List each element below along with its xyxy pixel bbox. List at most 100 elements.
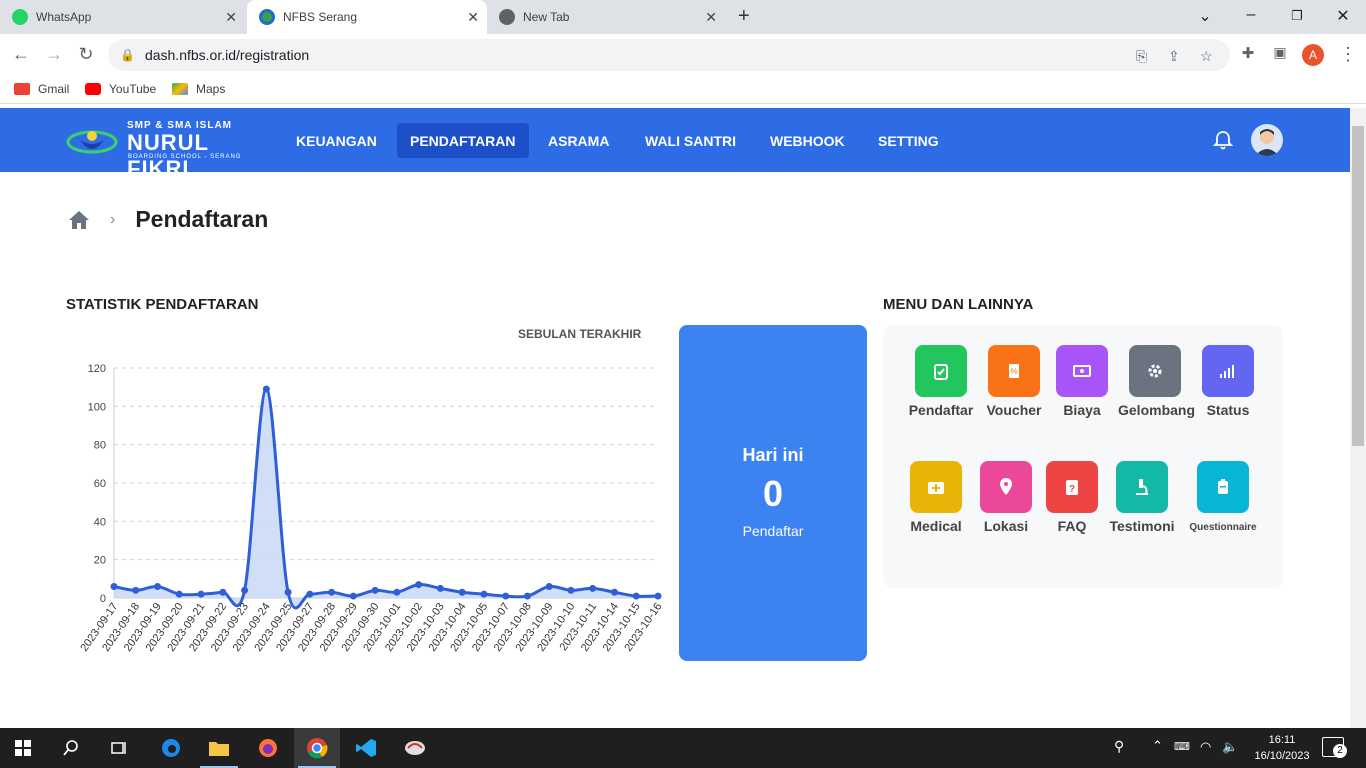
nav-setting[interactable]: SETTING	[865, 123, 952, 158]
tab-search-icon[interactable]: ⌄	[1195, 6, 1215, 26]
clock[interactable]: 16:11 16/10/2023	[1252, 732, 1312, 764]
data-point	[502, 592, 510, 600]
nav-asrama[interactable]: ASRAMA	[535, 123, 622, 158]
menu-testimoni[interactable]: Testimoni	[1105, 461, 1179, 534]
file-explorer-icon[interactable]	[196, 728, 242, 768]
menu-label: Biaya	[1063, 402, 1101, 418]
volume-icon[interactable]: 🔈	[1222, 739, 1238, 755]
windows-taskbar: ⚲ ⌃ ⌨ ◠ 🔈 16:11 16/10/2023 2	[0, 728, 1366, 768]
clock-time: 16:11	[1268, 734, 1296, 746]
data-point	[175, 590, 183, 598]
menu-kebab-icon[interactable]: ⋮	[1336, 44, 1360, 65]
windows-start-icon[interactable]	[0, 728, 46, 768]
search-icon[interactable]	[48, 728, 94, 768]
new-tab-button[interactable]: +	[738, 5, 750, 28]
clipboard-check-icon	[915, 345, 967, 397]
money-icon	[1056, 345, 1108, 397]
bookmark-gmail[interactable]: Gmail	[14, 82, 69, 96]
menu-medical[interactable]: Medical	[899, 461, 973, 534]
app-icon[interactable]	[392, 728, 438, 768]
data-point	[545, 583, 553, 590]
user-avatar[interactable]	[1251, 124, 1283, 156]
profile-avatar[interactable]: A	[1302, 44, 1324, 66]
top-navigation: SMP & SMA ISLAM NURUL FIKRI BOARDING SCH…	[0, 108, 1350, 181]
medical-kit-icon	[910, 461, 962, 513]
breadcrumb: › Pendaftaran	[68, 206, 268, 233]
restore-icon[interactable]: ❐	[1287, 8, 1307, 24]
menu-voucher[interactable]: % Voucher	[977, 345, 1051, 418]
wifi-icon[interactable]: ◠	[1200, 739, 1211, 755]
map-pin-icon	[980, 461, 1032, 513]
maps-icon	[172, 83, 188, 95]
y-tick-label: 40	[94, 516, 106, 528]
globe-icon	[499, 9, 515, 25]
firefox-icon[interactable]	[245, 728, 291, 768]
bookmark-youtube[interactable]: YouTube	[85, 82, 156, 96]
menu-status[interactable]: Status	[1191, 345, 1265, 418]
data-point	[371, 586, 379, 594]
extensions-icon[interactable]: ✚	[1236, 44, 1260, 62]
close-tab-icon[interactable]: ✕	[225, 9, 237, 26]
tab-whatsapp[interactable]: WhatsApp ✕	[0, 0, 245, 34]
notification-icon[interactable]: 2	[1322, 737, 1347, 758]
side-panel-icon[interactable]: ▣	[1268, 44, 1292, 61]
nav-keuangan[interactable]: KEUANGAN	[283, 123, 390, 158]
nav-wali-santri[interactable]: WALI SANTRI	[632, 123, 749, 158]
menu-label: Voucher	[986, 402, 1042, 418]
tab-nfbs[interactable]: NFBS Serang ✕	[247, 0, 487, 34]
data-point	[589, 584, 597, 592]
y-tick-label: 20	[94, 555, 106, 567]
task-view-icon[interactable]	[96, 728, 142, 768]
question-icon: ?	[1046, 461, 1098, 513]
menu-pendaftar[interactable]: Pendaftar	[904, 345, 978, 418]
menu-gelombang[interactable]: Gelombang	[1118, 345, 1195, 418]
menu-lokasi[interactable]: Lokasi	[969, 461, 1043, 534]
close-tab-icon[interactable]: ✕	[467, 9, 479, 26]
y-tick-label: 80	[94, 440, 106, 452]
nav-pendaftaran[interactable]: PENDAFTARAN	[397, 123, 529, 158]
address-bar-row: ← → ↻ 🔒 dash.nfbs.or.id/registration ⎘ ⇪…	[0, 34, 1366, 76]
school-logo[interactable]: SMP & SMA ISLAM NURUL FIKRI BOARDING SCH…	[66, 118, 246, 181]
menu-label: FAQ	[1057, 518, 1087, 534]
bookmark-star-icon[interactable]: ☆	[1200, 48, 1213, 65]
chevron-up-icon[interactable]: ⌃	[1152, 738, 1163, 754]
today-unit: Pendaftar	[742, 523, 804, 539]
edge-icon[interactable]	[148, 728, 194, 768]
y-tick-label: 100	[88, 401, 106, 413]
nav-webhook[interactable]: WEBHOOK	[757, 123, 858, 158]
page-scrollbar[interactable]	[1350, 108, 1366, 728]
translate-icon[interactable]: ⎘	[1136, 48, 1147, 65]
keyboard-icon[interactable]: ⌨	[1174, 740, 1190, 753]
share-icon[interactable]: ⇪	[1168, 48, 1180, 65]
people-icon[interactable]: ⚲	[1114, 738, 1124, 755]
chevron-right-icon: ›	[110, 210, 116, 228]
tab-new[interactable]: New Tab ✕	[487, 0, 725, 34]
page-content: SMP & SMA ISLAM NURUL FIKRI BOARDING SCH…	[0, 108, 1350, 728]
home-icon[interactable]	[68, 210, 90, 230]
bell-icon[interactable]	[1212, 129, 1234, 151]
scrollbar-thumb[interactable]	[1352, 126, 1364, 446]
bookmark-maps[interactable]: Maps	[172, 82, 225, 96]
url-input[interactable]: 🔒 dash.nfbs.or.id/registration ⎘ ⇪ ☆	[108, 39, 1230, 71]
clock-date: 16/10/2023	[1254, 750, 1310, 762]
page-title: Pendaftaran	[135, 206, 269, 232]
data-point	[197, 590, 205, 598]
menu-biaya[interactable]: Biaya	[1045, 345, 1119, 418]
today-title: Hari ini	[742, 445, 804, 465]
forward-icon[interactable]: →	[42, 44, 66, 65]
data-point	[436, 584, 444, 592]
reload-icon[interactable]: ↻	[74, 44, 98, 65]
vscode-icon[interactable]	[343, 728, 389, 768]
chrome-icon[interactable]	[294, 728, 340, 768]
close-window-icon[interactable]: ✕	[1333, 6, 1353, 26]
range-selector[interactable]: SEBULAN TERAKHIR	[518, 327, 641, 341]
minimize-icon[interactable]: –	[1241, 6, 1261, 24]
data-point	[110, 583, 118, 590]
close-tab-icon[interactable]: ✕	[705, 9, 717, 26]
gmail-icon	[14, 83, 30, 95]
menu-faq[interactable]: ? FAQ	[1035, 461, 1109, 534]
whatsapp-icon	[12, 9, 28, 25]
menu-questionnaire[interactable]: Questionnaire	[1186, 461, 1260, 533]
lock-icon: 🔒	[120, 48, 135, 62]
back-icon[interactable]: ←	[9, 44, 33, 65]
